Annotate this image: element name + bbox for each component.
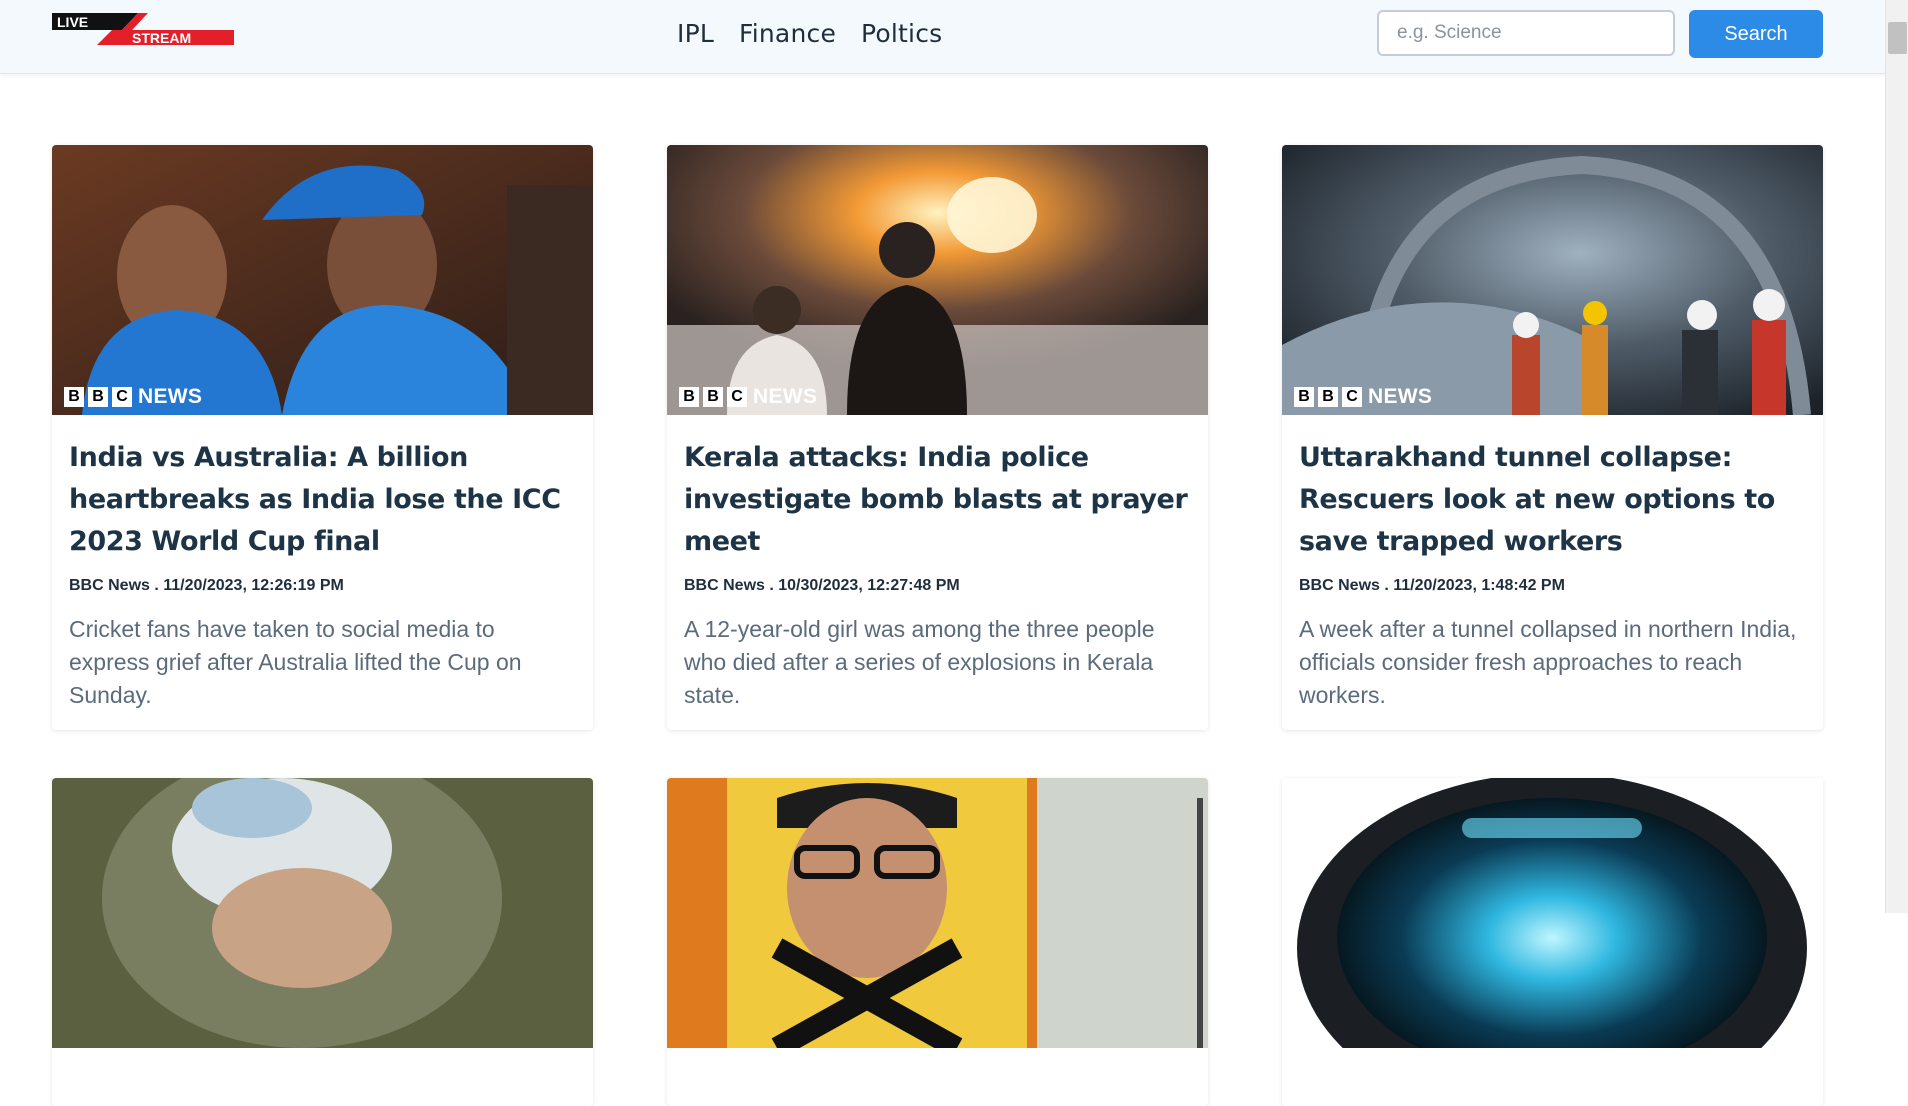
search-input[interactable] bbox=[1377, 10, 1675, 56]
main-nav: IPL Finance Poltics bbox=[677, 16, 942, 52]
news-meta: BBC News . 10/30/2023, 12:27:48 PM bbox=[684, 577, 960, 594]
news-description: A week after a tunnel collapsed in north… bbox=[1299, 616, 1797, 708]
news-image-blast: B B C NEWS bbox=[667, 145, 1208, 415]
bbc-box-letter: B bbox=[88, 387, 108, 407]
news-title[interactable]: Kerala attacks: India police investigate… bbox=[684, 437, 1190, 563]
bbc-box-letter: C bbox=[1342, 387, 1362, 407]
bbc-box-letter: B bbox=[679, 387, 699, 407]
scrollbar-thumb[interactable] bbox=[1888, 22, 1907, 54]
nav-item-finance[interactable]: Finance bbox=[739, 16, 836, 52]
news-image-tunnel: B B C NEWS bbox=[1282, 145, 1823, 415]
logo-top-text: LIVE bbox=[57, 14, 88, 30]
top-navbar: LIVE STREAM IPL Finance Poltics Search bbox=[0, 0, 1885, 74]
bbc-news-word: NEWS bbox=[753, 385, 818, 408]
news-image-rescue bbox=[52, 778, 593, 1048]
news-image-cricket: B B C NEWS bbox=[52, 145, 593, 415]
bbc-news-badge: B B C NEWS bbox=[64, 385, 202, 409]
news-meta: BBC News . 11/20/2023, 1:48:42 PM bbox=[1299, 577, 1565, 594]
nav-item-poltics[interactable]: Poltics bbox=[861, 16, 942, 52]
bbc-box-letter: B bbox=[703, 387, 723, 407]
bbc-box-letter: C bbox=[112, 387, 132, 407]
news-card[interactable] bbox=[667, 778, 1208, 1106]
logo-bottom-text: STREAM bbox=[132, 30, 191, 45]
bbc-news-word: NEWS bbox=[138, 385, 203, 408]
news-title[interactable]: Uttarakhand tunnel collapse: Rescuers lo… bbox=[1299, 437, 1805, 563]
news-title[interactable]: India vs Australia: A billion heartbreak… bbox=[69, 437, 575, 563]
bbc-news-badge: B B C NEWS bbox=[679, 385, 817, 409]
bbc-news-word: NEWS bbox=[1368, 385, 1433, 408]
bbc-news-badge: B B C NEWS bbox=[1294, 385, 1432, 409]
news-description: A 12-year-old girl was among the three p… bbox=[684, 616, 1155, 708]
page-scrollbar[interactable] bbox=[1885, 0, 1908, 913]
news-image-portrait bbox=[667, 778, 1208, 1048]
live-stream-logo[interactable]: LIVE STREAM bbox=[52, 13, 234, 45]
news-description: Cricket fans have taken to social media … bbox=[69, 616, 522, 708]
news-meta: BBC News . 11/20/2023, 12:26:19 PM bbox=[69, 577, 344, 594]
bbc-box-letter: C bbox=[727, 387, 747, 407]
bbc-box-letter: B bbox=[1318, 387, 1338, 407]
bbc-box-letter: B bbox=[64, 387, 84, 407]
nav-item-ipl[interactable]: IPL bbox=[677, 16, 714, 52]
bbc-box-letter: B bbox=[1294, 387, 1314, 407]
search-button[interactable]: Search bbox=[1689, 10, 1823, 58]
news-card[interactable]: B B C NEWS Kerala attacks: India police … bbox=[667, 145, 1208, 730]
news-card[interactable]: B B C NEWS India vs Australia: A billion… bbox=[52, 145, 593, 730]
news-card[interactable]: B B C NEWS Uttarakhand tunnel collapse: … bbox=[1282, 145, 1823, 730]
news-card[interactable] bbox=[1282, 778, 1823, 1106]
news-image-tech bbox=[1282, 778, 1823, 1048]
news-card[interactable] bbox=[52, 778, 593, 1106]
